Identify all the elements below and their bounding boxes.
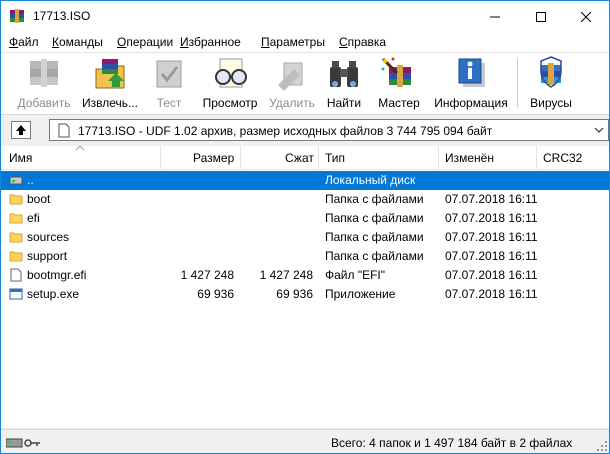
exe-icon bbox=[9, 288, 23, 300]
file-modified: 07.07.2018 16:11 bbox=[445, 192, 538, 206]
folder-icon bbox=[9, 251, 23, 262]
file-row[interactable]: boot Папка с файлами 07.07.2018 16:11 bbox=[1, 190, 609, 209]
file-name: support bbox=[27, 249, 68, 263]
add-archive-icon bbox=[30, 59, 58, 87]
column-header-row: Имя Размер Сжат Тип Изменён CRC32 bbox=[1, 145, 609, 170]
file-modified: 07.07.2018 16:11 bbox=[445, 287, 538, 301]
virus-scan-icon bbox=[540, 56, 562, 88]
close-button[interactable] bbox=[563, 1, 609, 32]
disk-icon bbox=[9, 176, 23, 185]
file-modified: 07.07.2018 16:11 bbox=[445, 249, 538, 263]
document-icon bbox=[58, 123, 70, 138]
file-name: boot bbox=[27, 192, 51, 206]
menu-commands[interactable]: Команды bbox=[52, 35, 103, 49]
file-type: Папка с файлами bbox=[325, 192, 424, 206]
menu-options[interactable]: Параметры bbox=[261, 35, 325, 49]
file-name: .. bbox=[27, 173, 34, 187]
file-type: Локальный диск bbox=[325, 173, 416, 187]
file-row[interactable]: sources Папка с файлами 07.07.2018 16:11 bbox=[1, 228, 609, 247]
file-type: Файл "EFI" bbox=[325, 268, 386, 282]
view-glasses-icon bbox=[215, 58, 247, 88]
find-button[interactable]: Найти bbox=[323, 55, 365, 113]
file-row[interactable]: bootmgr.efi 1 427 248 1 427 248 Файл "EFI" 0… bbox=[1, 266, 609, 285]
wizard-button[interactable]: Мастер bbox=[375, 55, 423, 113]
binoculars-icon bbox=[330, 61, 358, 87]
virus-scan-button[interactable]: Вирусы bbox=[527, 55, 575, 113]
resize-grip-icon[interactable] bbox=[597, 441, 607, 451]
file-row[interactable]: efi Папка с файлами 07.07.2018 16:11 bbox=[1, 209, 609, 228]
file-name: efi bbox=[27, 211, 40, 225]
file-modified: 07.07.2018 16:11 bbox=[445, 268, 538, 282]
status-bar: Всего: 4 папок и 1 497 184 байт в 2 файл… bbox=[1, 429, 609, 453]
menu-operations[interactable]: Операции bbox=[117, 35, 173, 49]
file-type: Папка с файлами bbox=[325, 249, 424, 263]
winrar-window: 17713.ISO Файл Команды Операции Избранно… bbox=[0, 0, 610, 454]
file-list[interactable]: Имя Размер Сжат Тип Изменён CRC32 .. Лока… bbox=[1, 145, 609, 428]
extract-folder-icon bbox=[95, 59, 125, 89]
file-type: Папка с файлами bbox=[325, 211, 424, 225]
file-row[interactable]: setup.exe 69 936 69 936 Приложение 07.07.201… bbox=[1, 285, 609, 304]
info-icon bbox=[458, 58, 485, 87]
column-name[interactable]: Имя bbox=[1, 145, 161, 170]
sort-ascending-icon bbox=[75, 145, 85, 151]
address-bar: 17713.ISO - UDF 1.02 архив, размер исход… bbox=[1, 115, 609, 145]
title-bar[interactable]: 17713.ISO bbox=[1, 1, 609, 32]
file-modified: 07.07.2018 16:11 bbox=[445, 211, 538, 225]
column-crc32[interactable]: CRC32 bbox=[537, 146, 609, 170]
menu-help[interactable]: Справка bbox=[339, 35, 386, 49]
minimize-button[interactable] bbox=[472, 1, 518, 32]
column-type[interactable]: Тип bbox=[319, 146, 439, 170]
view-button[interactable]: Просмотр bbox=[199, 55, 261, 113]
drive-key-icon bbox=[6, 438, 40, 448]
archive-path-field[interactable]: 17713.ISO - UDF 1.02 архив, размер исход… bbox=[49, 119, 609, 141]
file-packed: 1 427 248 bbox=[259, 268, 313, 282]
file-modified: 07.07.2018 16:11 bbox=[445, 230, 538, 244]
folder-icon bbox=[9, 213, 23, 224]
file-packed: 69 936 bbox=[276, 287, 313, 301]
menu-bar: Файл Команды Операции Избранное Параметр… bbox=[1, 32, 609, 52]
folder-icon bbox=[9, 194, 23, 205]
chevron-down-icon[interactable] bbox=[594, 125, 604, 135]
file-size: 1 427 248 bbox=[180, 268, 234, 282]
maximize-button[interactable] bbox=[518, 1, 564, 32]
extract-button[interactable]: Извлечь... bbox=[79, 55, 141, 113]
minimize-icon bbox=[490, 16, 500, 17]
menu-favorites[interactable]: Избранное bbox=[180, 35, 241, 49]
column-modified[interactable]: Изменён bbox=[439, 146, 537, 170]
add-button[interactable]: Добавить bbox=[17, 55, 71, 113]
up-folder-button[interactable] bbox=[11, 121, 31, 139]
file-type: Приложение bbox=[325, 287, 396, 301]
test-button[interactable]: Тест bbox=[149, 55, 189, 113]
winrar-app-icon bbox=[10, 9, 24, 23]
file-name: bootmgr.efi bbox=[27, 268, 87, 282]
menu-file[interactable]: Файл bbox=[9, 35, 39, 49]
toolbar-separator bbox=[517, 59, 518, 107]
status-summary: Всего: 4 папок и 1 497 184 байт в 2 файл… bbox=[331, 436, 573, 450]
delete-button[interactable]: Удалить bbox=[265, 55, 319, 113]
file-name: setup.exe bbox=[27, 287, 80, 301]
column-packed[interactable]: Сжат bbox=[241, 146, 319, 170]
up-arrow-icon bbox=[16, 125, 26, 135]
toolbar: Добавить Извлечь... Тест Просмотр Удалит… bbox=[1, 52, 609, 115]
column-size[interactable]: Размер bbox=[161, 146, 241, 170]
file-icon bbox=[10, 268, 22, 282]
archive-path-text: 17713.ISO - UDF 1.02 архив, размер исход… bbox=[78, 124, 493, 138]
test-icon bbox=[156, 60, 182, 88]
file-name: sources bbox=[27, 230, 70, 244]
file-type: Папка с файлами bbox=[325, 230, 424, 244]
info-button[interactable]: Информация bbox=[433, 55, 509, 113]
maximize-icon bbox=[536, 11, 546, 22]
folder-icon bbox=[9, 232, 23, 243]
window-title: 17713.ISO bbox=[33, 9, 91, 23]
close-icon bbox=[581, 11, 591, 22]
delete-icon bbox=[278, 62, 303, 91]
file-row[interactable]: .. Локальный диск bbox=[1, 171, 609, 190]
wizard-icon bbox=[381, 57, 411, 87]
file-row[interactable]: support Папка с файлами 07.07.2018 16:11 bbox=[1, 247, 609, 266]
file-size: 69 936 bbox=[197, 287, 234, 301]
